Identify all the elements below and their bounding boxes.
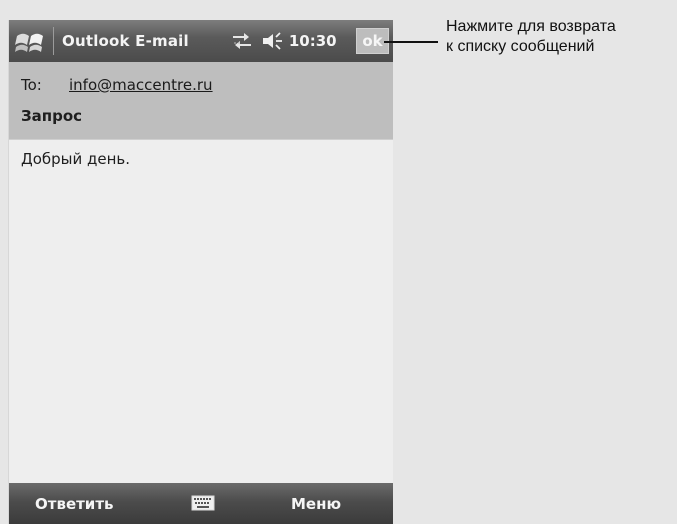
pocket-pc-screen: Outlook E-mail 10:30 ok To: info@maccent…	[8, 20, 393, 524]
message-subject: Запрос	[21, 107, 83, 125]
menu-softkey[interactable]: Меню	[291, 495, 341, 513]
to-label: To:	[21, 76, 42, 94]
callout-annotation: Нажмите для возврата к списку сообщений	[446, 17, 676, 57]
windows-flag-icon[interactable]	[13, 28, 49, 54]
clock-time[interactable]: 10:30	[289, 32, 337, 50]
callout-text-line-2: к списку сообщений	[446, 38, 595, 55]
callout-pointer-line	[384, 41, 438, 43]
annotated-screenshot: Outlook E-mail 10:30 ok To: info@maccent…	[0, 0, 677, 524]
softkey-bar: Ответить Меню	[9, 483, 393, 524]
keyboard-icon[interactable]	[189, 491, 217, 515]
message-body-text: Добрый день.	[21, 150, 131, 168]
title-bar: Outlook E-mail 10:30 ok	[9, 20, 393, 62]
callout-text-line-1: Нажмите для возврата	[446, 18, 616, 35]
message-body: Добрый день.	[9, 140, 393, 483]
sync-arrows-icon[interactable]	[229, 30, 255, 52]
message-header: To: info@maccentre.ru Запрос	[9, 62, 393, 140]
to-row: To: info@maccentre.ru	[21, 76, 213, 94]
title-divider	[53, 27, 54, 55]
app-title: Outlook E-mail	[62, 32, 189, 50]
reply-softkey[interactable]: Ответить	[35, 495, 114, 513]
recipient-address-link[interactable]: info@maccentre.ru	[69, 76, 213, 94]
speaker-icon[interactable]	[261, 30, 285, 52]
